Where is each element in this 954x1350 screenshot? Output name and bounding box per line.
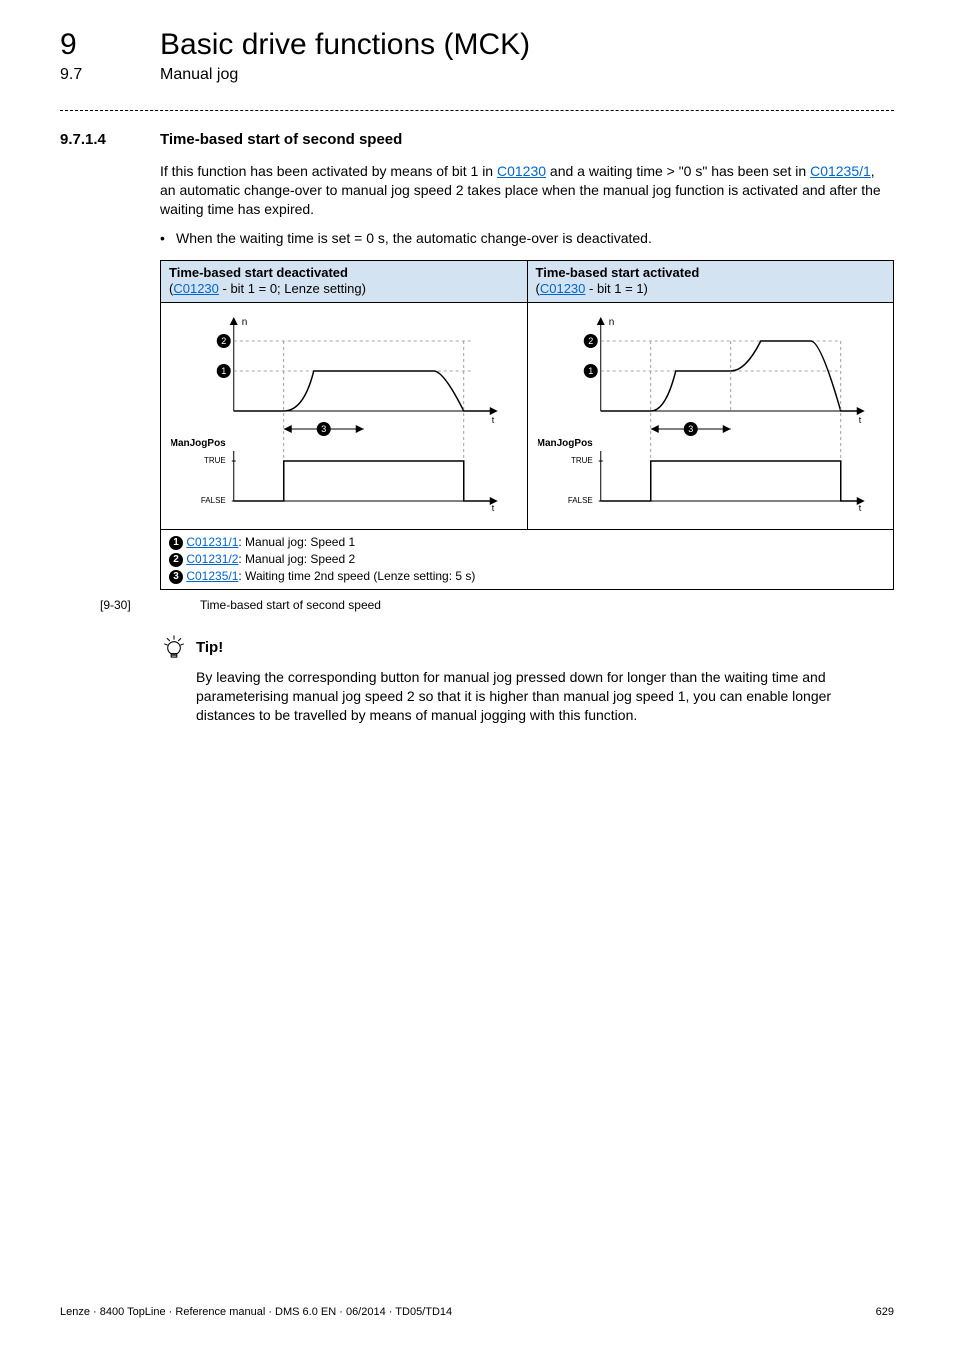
axis-t-label: t [492,415,495,425]
text-run: : Manual jog: Speed 2 [238,552,355,566]
content-area: 9.7.1.4 Time-based start of second speed… [0,131,954,724]
figure-table: Time-based start deactivated (C01230 - b… [160,260,894,590]
text-run: : Manual jog: Speed 1 [238,535,355,549]
link-c01230[interactable]: C01230 [497,163,546,179]
text-run: If this function has been activated by m… [160,163,497,179]
legend-item-2: 2 C01231/2: Manual jog: Speed 2 [169,551,885,568]
paragraph-1: If this function has been activated by m… [160,162,894,219]
axis-n-label-r: n [608,317,614,328]
circled-3-icon: 3 [169,570,183,584]
axis-t-label-r: t [858,415,861,425]
circled-2-icon: 2 [169,553,183,567]
figure-legend: 1 C01231/1: Manual jog: Speed 1 2 C01231… [161,530,894,589]
true-label-r: TRUE [570,456,592,465]
manjogpos-label-r: ManJogPos [538,438,593,449]
section-number: 9.7 [60,66,160,84]
tip-label: Tip! [196,639,223,656]
tip-block: Tip! By leaving the corresponding button… [160,634,894,725]
divider [60,110,894,111]
true-label: TRUE [204,456,226,465]
bullet-marker: • [160,229,176,248]
fig-header-left: Time-based start deactivated (C01230 - b… [161,260,528,303]
page-footer: Lenze · 8400 TopLine · Reference manual … [60,1306,894,1318]
svg-text:2: 2 [221,336,226,346]
fig-header-right-strong: Time-based start activated [536,265,700,280]
axis-t-label-2: t [492,503,495,511]
text-run: : Waiting time 2nd speed (Lenze setting:… [238,569,475,583]
false-label: FALSE [201,496,226,505]
link-c01230-right[interactable]: C01230 [540,281,586,296]
bullet-item: • When the waiting time is set = 0 s, th… [160,229,894,248]
lightbulb-icon [160,634,188,662]
circled-1-icon: 1 [169,536,183,550]
section-title: Manual jog [160,66,238,84]
legend-item-1: 1 C01231/1: Manual jog: Speed 1 [169,534,885,551]
fig-header-left-strong: Time-based start deactivated [169,265,348,280]
link-c01231-2[interactable]: C01231/2 [186,552,238,566]
link-c01235-1[interactable]: C01235/1 [810,163,871,179]
chart-left-cell: n t 2 1 [161,303,528,530]
chart-left: n t 2 1 [171,311,517,511]
fig-header-right: Time-based start activated (C01230 - bit… [527,260,894,303]
page-header: 9 Basic drive functions (MCK) 9.7 Manual… [0,0,954,94]
link-c01235-1-legend[interactable]: C01235/1 [186,569,238,583]
body-text: If this function has been activated by m… [160,162,894,248]
bullet-text: When the waiting time is set = 0 s, the … [176,229,894,248]
figure-caption-number: [9-30] [60,598,200,612]
chart-right-cell: n t 2 1 [527,303,894,530]
footer-pagenum: 629 [876,1306,894,1318]
axis-n-label: n [242,317,248,328]
tip-body: By leaving the corresponding button for … [196,668,894,725]
figure-caption: [9-30] Time-based start of second speed [60,598,894,612]
svg-text:3: 3 [688,424,693,434]
axis-t-label-r2: t [858,503,861,511]
footer-left: Lenze · 8400 TopLine · Reference manual … [60,1306,452,1318]
svg-text:2: 2 [588,336,593,346]
figure-caption-text: Time-based start of second speed [200,598,381,612]
manjogpos-label: ManJogPos [171,438,226,449]
legend-item-3: 3 C01235/1: Waiting time 2nd speed (Lenz… [169,568,885,585]
text-run: and a waiting time > "0 s" has been set … [546,163,810,179]
svg-text:3: 3 [321,424,326,434]
link-c01230-left[interactable]: C01230 [173,281,219,296]
text-run: - bit 1 = 0; Lenze setting) [219,281,366,296]
chapter-title: Basic drive functions (MCK) [160,28,530,62]
chapter-number: 9 [60,28,160,62]
svg-text:1: 1 [221,366,226,376]
link-c01231-1[interactable]: C01231/1 [186,535,238,549]
svg-text:1: 1 [588,366,593,376]
false-label-r: FALSE [567,496,592,505]
chart-right: n t 2 1 [538,311,884,511]
page-root: 9 Basic drive functions (MCK) 9.7 Manual… [0,0,954,1350]
subsection-number: 9.7.1.4 [60,131,160,148]
text-run: - bit 1 = 1) [585,281,648,296]
subsection-title: Time-based start of second speed [160,131,402,148]
